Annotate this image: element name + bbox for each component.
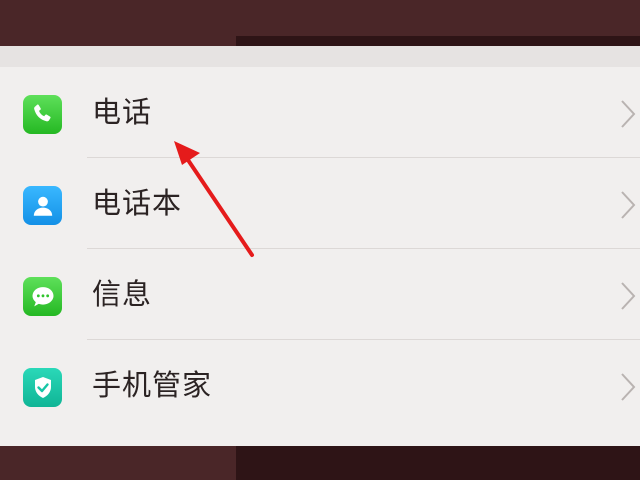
annotation-arrow (174, 141, 254, 257)
panel-header-strip (0, 46, 640, 67)
shield-icon (23, 368, 62, 407)
settings-item-contacts[interactable]: 电话本 (0, 158, 640, 249)
bottom-background-dark (236, 446, 640, 480)
settings-item-messages[interactable]: 信息 (0, 249, 640, 340)
chevron-right-icon (621, 191, 636, 219)
message-icon (23, 277, 62, 316)
contacts-icon (23, 186, 62, 225)
chevron-right-icon (621, 282, 636, 310)
settings-item-phone-manager[interactable]: 手机管家 (0, 340, 640, 431)
settings-item-label: 电话 (92, 95, 153, 129)
settings-item-label: 信息 (92, 277, 153, 311)
settings-list: 电话 电话本 信息 手机管家 (0, 67, 640, 431)
phone-icon (23, 95, 62, 134)
settings-item-phone[interactable]: 电话 (0, 67, 640, 158)
chevron-right-icon (621, 100, 636, 128)
chevron-right-icon (621, 373, 636, 401)
settings-item-label: 手机管家 (92, 368, 213, 402)
settings-panel: 电话 电话本 信息 手机管家 (0, 46, 640, 446)
